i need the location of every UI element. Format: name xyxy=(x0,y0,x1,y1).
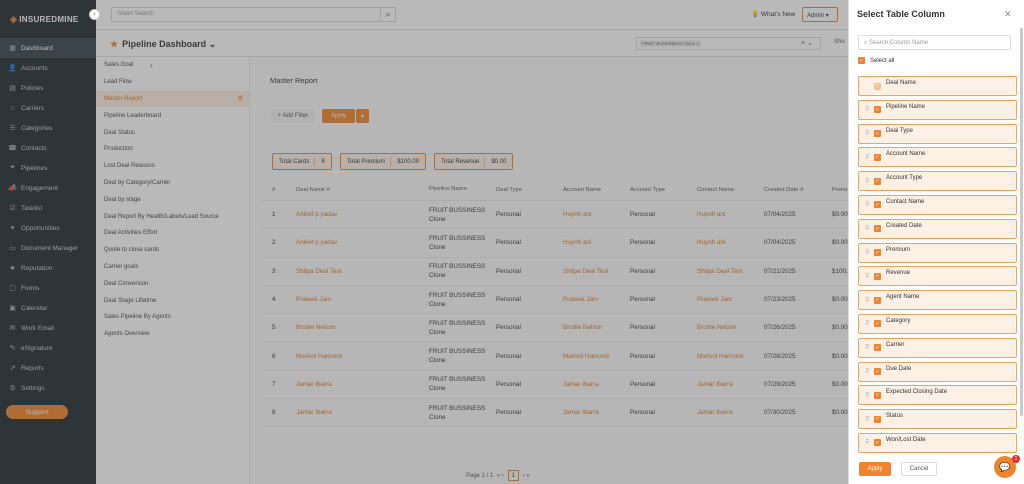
select-all-label: Select all xyxy=(870,57,895,64)
drag-handle-icon[interactable]: ⠿ xyxy=(865,154,870,161)
apply-columns-button[interactable]: Apply xyxy=(859,462,891,476)
drag-handle-icon[interactable]: ⠿ xyxy=(865,392,870,399)
checkbox-checked-icon: ✓ xyxy=(858,57,865,64)
cancel-button[interactable]: Cancel xyxy=(901,462,937,476)
checkbox-checked-icon[interactable]: ✓ xyxy=(874,225,881,233)
checkbox-checked-icon[interactable]: ✓ xyxy=(874,106,881,114)
checkbox-checked-icon[interactable]: ✓ xyxy=(874,344,881,352)
drag-handle-icon[interactable]: ⠿ xyxy=(865,439,870,446)
checkbox-checked-icon[interactable]: ✓ xyxy=(874,130,881,138)
column-option-label: Revenue xyxy=(886,270,911,277)
checkbox-checked-icon[interactable]: ✓ xyxy=(874,201,881,209)
column-option-label: Premium xyxy=(886,246,911,253)
column-option[interactable]: ⠿ ✓ Category xyxy=(858,313,1017,334)
collapse-sidebar-button[interactable]: ‹ xyxy=(89,9,100,20)
column-option-label: Agent Name xyxy=(886,294,920,301)
drag-handle-icon[interactable]: ⠿ xyxy=(865,320,870,327)
column-option-label: Won/Lost Date xyxy=(886,436,926,443)
checkbox-checked-icon[interactable]: ✓ xyxy=(874,296,881,304)
column-option-label: Account Type xyxy=(886,175,923,182)
column-option-label: Deal Type xyxy=(886,127,913,134)
column-option[interactable]: ⠿ ✓ Status xyxy=(858,409,1017,430)
column-option[interactable]: ⠿ ✓ Won/Lost Date xyxy=(858,432,1017,453)
drag-handle-icon[interactable]: ⠿ xyxy=(865,106,870,113)
notification-badge: 1 xyxy=(1012,455,1020,463)
column-option-label: Account Name xyxy=(886,151,926,158)
drag-handle-icon[interactable]: ⠿ xyxy=(865,130,870,137)
column-option[interactable]: ⠿ ✓ Carrier xyxy=(858,337,1017,358)
panel-scrollbar[interactable] xyxy=(1020,28,1023,416)
drag-handle-icon[interactable]: ⠿ xyxy=(865,225,870,232)
checkbox-checked-icon[interactable]: ✓ xyxy=(874,320,881,328)
column-option-label: Due Date xyxy=(886,365,912,372)
close-icon[interactable]: ✕ xyxy=(1004,9,1012,20)
checkbox-checked-icon[interactable]: ✓ xyxy=(874,177,881,185)
column-option[interactable]: ⠿ ✓ Agent Name xyxy=(858,290,1017,311)
checkbox-checked-icon[interactable]: ✓ xyxy=(874,415,881,423)
checkbox-checked-icon[interactable]: ✓ xyxy=(874,249,881,257)
checkbox-checked-icon[interactable]: ✓ xyxy=(874,82,881,90)
checkbox-checked-icon[interactable]: ✓ xyxy=(874,368,881,376)
column-option-label: Expected Closing Date xyxy=(886,389,948,396)
checkbox-checked-icon[interactable]: ✓ xyxy=(874,391,881,399)
column-search-input[interactable]: ⌕ Search Column Name xyxy=(858,35,1011,50)
drag-handle-icon[interactable]: ⠿ xyxy=(865,297,870,304)
checkbox-checked-icon[interactable]: ✓ xyxy=(874,439,881,447)
column-option[interactable]: ⠿ ✓ Deal Type xyxy=(858,123,1017,144)
checkbox-checked-icon[interactable]: ✓ xyxy=(874,153,881,161)
modal-overlay[interactable] xyxy=(0,0,848,484)
column-option[interactable]: ⠿ ✓ Pipeline Name xyxy=(858,99,1017,120)
column-option-label: Status xyxy=(886,413,904,420)
checkbox-checked-icon[interactable]: ✓ xyxy=(874,272,881,280)
drag-handle-icon[interactable]: ⠿ xyxy=(865,273,870,280)
column-option[interactable]: ⠿ ✓ Expected Closing Date xyxy=(858,385,1017,406)
search-icon: ⌕ xyxy=(864,40,868,46)
drag-handle-icon[interactable]: ⠿ xyxy=(865,344,870,351)
drag-handle-icon[interactable]: ⠿ xyxy=(865,368,870,375)
column-search-placeholder: Search Column Name xyxy=(869,40,929,46)
column-option[interactable]: ⠿ ✓ Created Date xyxy=(858,218,1017,239)
panel-title: Select Table Column xyxy=(857,9,945,19)
column-option[interactable]: ✓ Deal Name xyxy=(858,76,1017,96)
column-option-label: Created Date xyxy=(886,222,922,229)
drag-handle-icon[interactable]: ⠿ xyxy=(865,201,870,208)
column-option[interactable]: ⠿ ✓ Due Date xyxy=(858,361,1017,382)
column-option[interactable]: ⠿ ✓ Contact Name xyxy=(858,194,1017,215)
drag-handle-icon[interactable]: ⠿ xyxy=(865,178,870,185)
column-option[interactable]: ⠿ ✓ Account Type xyxy=(858,171,1017,192)
column-option[interactable]: ⠿ ✓ Account Name xyxy=(858,147,1017,168)
column-option[interactable]: ⠿ ✓ Revenue xyxy=(858,266,1017,287)
drag-handle-icon[interactable]: ⠿ xyxy=(865,249,870,256)
select-column-panel: Select Table Column ✕ ⌕ Search Column Na… xyxy=(848,0,1024,484)
column-option-label: Deal Name xyxy=(886,80,917,86)
column-option-label: Carrier xyxy=(886,341,905,348)
select-all-checkbox[interactable]: ✓ Select all xyxy=(858,57,894,64)
column-option-label: Contact Name xyxy=(886,198,925,205)
drag-handle-icon[interactable]: ⠿ xyxy=(865,416,870,423)
column-option[interactable]: ⠿ ✓ Premium xyxy=(858,242,1017,263)
column-list: ✓ Deal Name ⠿ ✓ Pipeline Name ⠿ ✓ Deal Type ⠿ ✓ Ac… xyxy=(858,76,1017,457)
column-option-label: Category xyxy=(886,317,911,324)
column-option-label: Pipeline Name xyxy=(886,103,926,110)
